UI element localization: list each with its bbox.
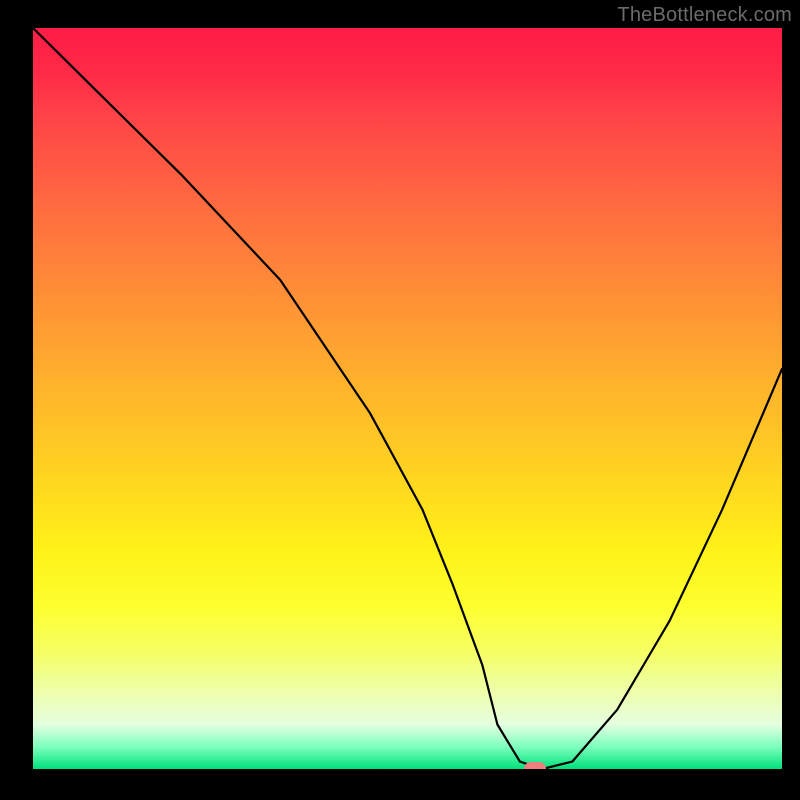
optimal-point-marker (524, 762, 546, 769)
bottleneck-curve (33, 28, 782, 769)
plot-area (33, 28, 782, 769)
chart-frame: TheBottleneck.com (0, 0, 800, 800)
watermark-text: TheBottleneck.com (617, 4, 792, 27)
